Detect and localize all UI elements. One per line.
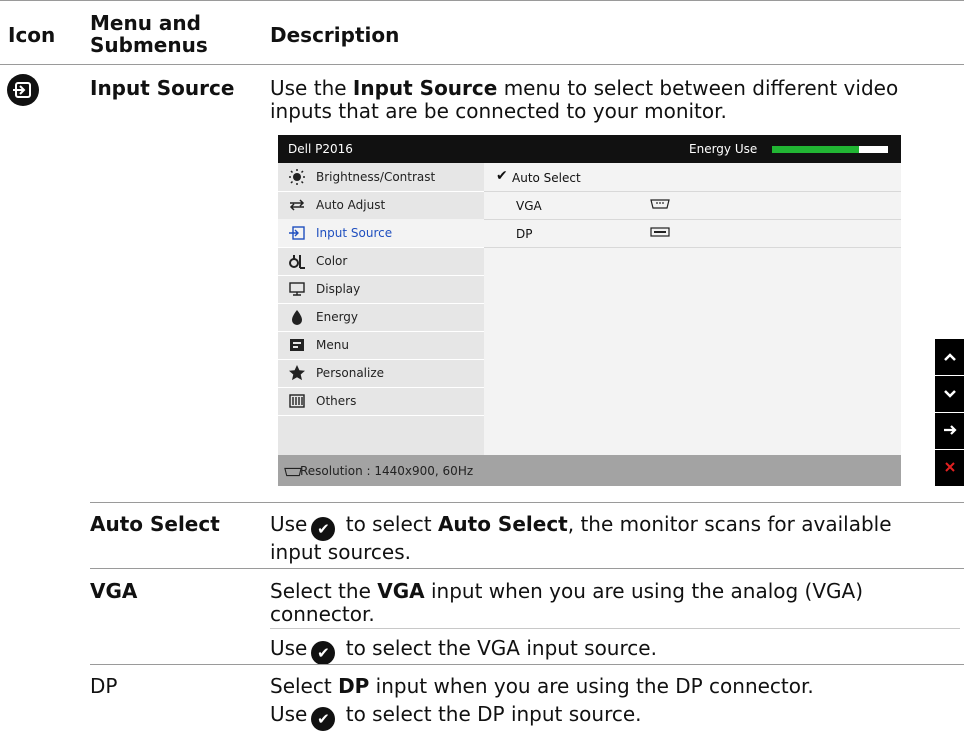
others-icon [288, 393, 306, 409]
energy-use-label: Energy Use [689, 142, 758, 156]
header-bottom-rule [0, 64, 964, 65]
exit-button[interactable] [935, 450, 964, 486]
right-arrow-icon [943, 425, 957, 435]
checkmark-icon: ✔ [311, 707, 336, 731]
vga-l1-bold: VGA [377, 579, 425, 603]
osd-menu-label: Color [316, 254, 348, 268]
row-divider [90, 502, 964, 503]
dp-port-icon [650, 226, 670, 240]
osd-screenshot: Dell P2016 Energy Use Brightness/Contras… [278, 135, 901, 486]
vga-description: Select the VGA input when you are using … [270, 580, 960, 626]
osd-menu-label: Input Source [316, 226, 393, 240]
input-source-icon [7, 74, 39, 106]
resolution-readout: Resolution : 1440x900, 60Hz [300, 464, 474, 478]
energy-icon [288, 309, 306, 325]
auto-select-title: Auto Select [90, 512, 220, 536]
osd-menu-label: Energy [316, 310, 359, 324]
osd-menu-label: Brightness/Contrast [316, 170, 436, 184]
auto-select-l1-post: , the monitor scans for available [567, 512, 892, 536]
dp-use-line: Use ✔ to select the DP input source. [270, 703, 960, 731]
input-source-title: Input Source [90, 76, 235, 100]
star-icon [288, 365, 306, 381]
osd-menu-item-brightness-contrast[interactable]: Brightness/Contrast [278, 163, 484, 192]
auto-select-description: Use ✔ to select Auto Select, the monitor … [270, 513, 960, 564]
input-source-description: Use the Input Source menu to select betw… [270, 77, 960, 123]
dp-l2-post: to select the DP input source. [339, 702, 642, 726]
osd-title-bar: Dell P2016 Energy Use [278, 135, 901, 163]
column-header-menu: Menu and Submenus [90, 12, 208, 56]
column-header-icon: Icon [8, 23, 56, 47]
energy-use-meter [772, 146, 888, 153]
osd-option-label: DP [516, 227, 533, 241]
vga-l2: connector. [270, 602, 375, 626]
column-header-menu-line1: Menu and [90, 11, 201, 35]
osd-option-auto-select[interactable]: ✔ Auto Select [484, 163, 901, 192]
color-icon [288, 253, 306, 269]
osd-options-panel: ✔ Auto Select VGA DP [484, 163, 901, 455]
input-source-icon [288, 225, 306, 241]
display-icon [288, 281, 306, 297]
osd-menu-item-others[interactable]: Others [278, 387, 484, 416]
auto-select-l1-pre: Use [270, 512, 308, 536]
osd-option-dp[interactable]: DP [484, 219, 901, 248]
checkmark-icon: ✔ [311, 641, 336, 665]
osd-option-label: VGA [516, 199, 542, 213]
osd-menu-list: Brightness/Contrast Auto Adjust Input So… [278, 163, 484, 455]
dp-description: Select DP input when you are using the D… [270, 675, 960, 698]
osd-menu-item-input-source[interactable]: Input Source [278, 219, 484, 248]
osd-option-label: Auto Select [512, 171, 581, 185]
osd-menu-item-auto-adjust[interactable]: Auto Adjust [278, 191, 484, 220]
auto-select-l1-bold: Auto Select [437, 512, 568, 536]
vga-title: VGA [90, 579, 138, 603]
vga-use-line: Use ✔ to select the VGA input source. [270, 637, 960, 665]
down-arrow-icon [943, 390, 956, 398]
osd-menu-item-energy[interactable]: Energy [278, 303, 484, 332]
osd-menu-item-personalize[interactable]: Personalize [278, 359, 484, 388]
osd-menu-label: Menu [316, 338, 349, 352]
down-button[interactable] [935, 376, 964, 412]
input-source-desc-bold: Input Source [352, 76, 498, 100]
brightness-icon [288, 169, 306, 185]
row-divider [90, 568, 964, 569]
osd-menu-label: Display [316, 282, 361, 296]
column-header-menu-line2: Submenus [90, 33, 208, 57]
osd-option-vga[interactable]: VGA [484, 191, 901, 220]
menu-icon [288, 337, 306, 353]
input-source-desc-post: menu to select between different video [497, 76, 899, 100]
dp-l1-bold: DP [338, 674, 370, 698]
osd-menu-label: Personalize [316, 366, 385, 380]
dp-l1-post: input when you are using the DP connecto… [369, 674, 814, 698]
dp-l1-pre: Select [270, 674, 339, 698]
vga-l1-post: input when you are using the analog (VGA… [424, 579, 864, 603]
up-arrow-icon [943, 353, 956, 361]
osd-menu-item-menu[interactable]: Menu [278, 331, 484, 360]
osd-menu-label: Auto Adjust [316, 198, 386, 212]
enter-button[interactable] [935, 413, 964, 449]
vga-l3-post: to select the VGA input source. [339, 636, 657, 660]
vga-l1-pre: Select the [270, 579, 378, 603]
dp-l2-pre: Use [270, 702, 308, 726]
vga-port-icon [650, 198, 670, 212]
checkmark-icon: ✔ [496, 168, 508, 184]
osd-menu-item-color[interactable]: Color [278, 247, 484, 276]
header-top-rule [0, 0, 964, 1]
vga-l3-pre: Use [270, 636, 308, 660]
dp-title: DP [90, 674, 118, 698]
energy-use-fill [772, 146, 859, 153]
osd-menu-item-display[interactable]: Display [278, 275, 484, 304]
osd-model-name: Dell P2016 [288, 142, 353, 156]
row-divider [90, 664, 964, 665]
checkmark-icon: ✔ [311, 517, 336, 541]
osd-status-bar: Resolution : 1440x900, 60Hz [278, 455, 901, 486]
auto-adjust-icon [288, 197, 306, 213]
osd-menu-label: Others [316, 394, 357, 408]
column-header-description: Description [270, 23, 400, 47]
auto-select-l1-mid: to select [339, 512, 438, 536]
auto-select-l2: input sources. [270, 540, 411, 564]
input-source-desc-pre: Use the [270, 76, 353, 100]
sub-row-divider [270, 628, 960, 629]
input-source-desc-line2: inputs that are be connected to your mon… [270, 99, 727, 123]
up-button[interactable] [935, 339, 964, 375]
close-icon [944, 462, 955, 472]
